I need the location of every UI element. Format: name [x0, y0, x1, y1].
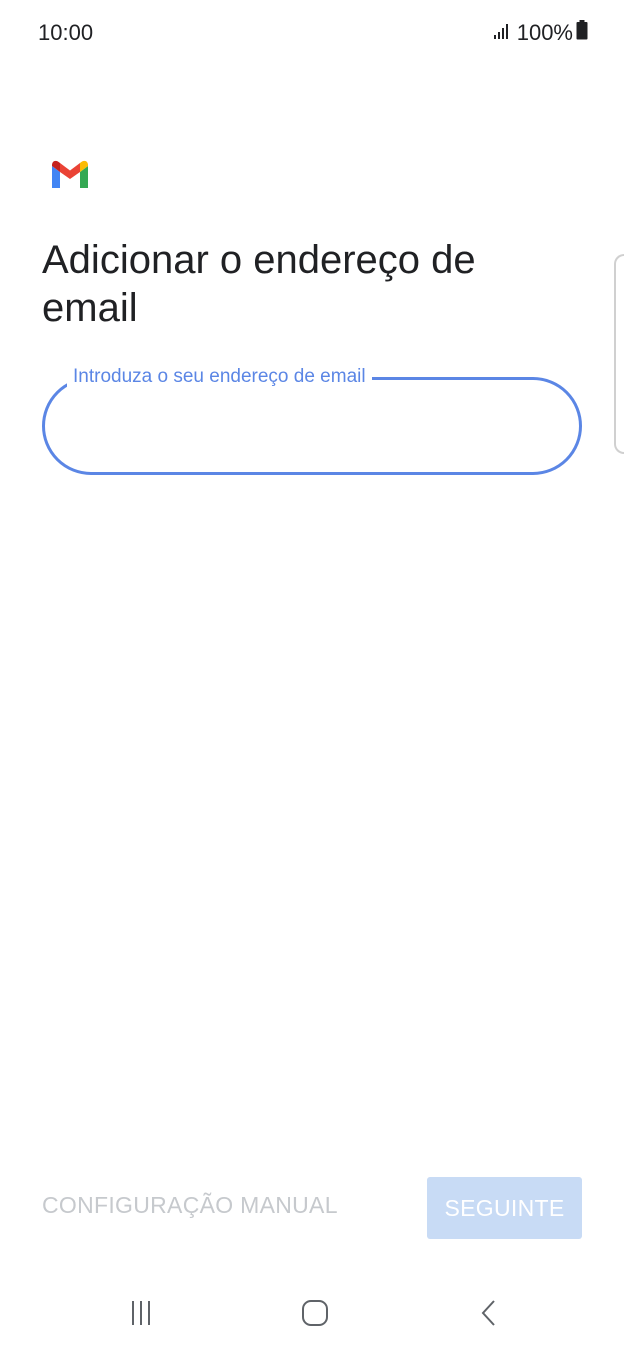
signal-icon [493, 20, 511, 46]
status-time: 10:00 [38, 20, 94, 45]
back-icon[interactable] [470, 1296, 510, 1330]
battery-icon [576, 20, 588, 46]
manual-config-button[interactable]: CONFIGURAÇÃO MANUAL [42, 1192, 338, 1219]
email-input[interactable] [75, 406, 549, 448]
next-button[interactable]: SEGUINTE [427, 1177, 582, 1239]
navigation-bar [0, 1270, 624, 1354]
status-indicators: 100% [493, 20, 588, 46]
battery-percentage: 100% [516, 20, 573, 45]
email-field[interactable]: Introduza o seu endereço de email [42, 366, 582, 475]
gmail-logo [50, 160, 90, 190]
edge-panel-handle[interactable] [614, 254, 624, 454]
email-field-label: Introduza o seu endereço de email [67, 366, 372, 388]
page-title: Adicionar o endereço de email [42, 238, 476, 330]
recents-icon[interactable] [121, 1296, 161, 1330]
home-icon[interactable] [295, 1296, 335, 1330]
status-bar: 10:00 100% [0, 0, 624, 66]
